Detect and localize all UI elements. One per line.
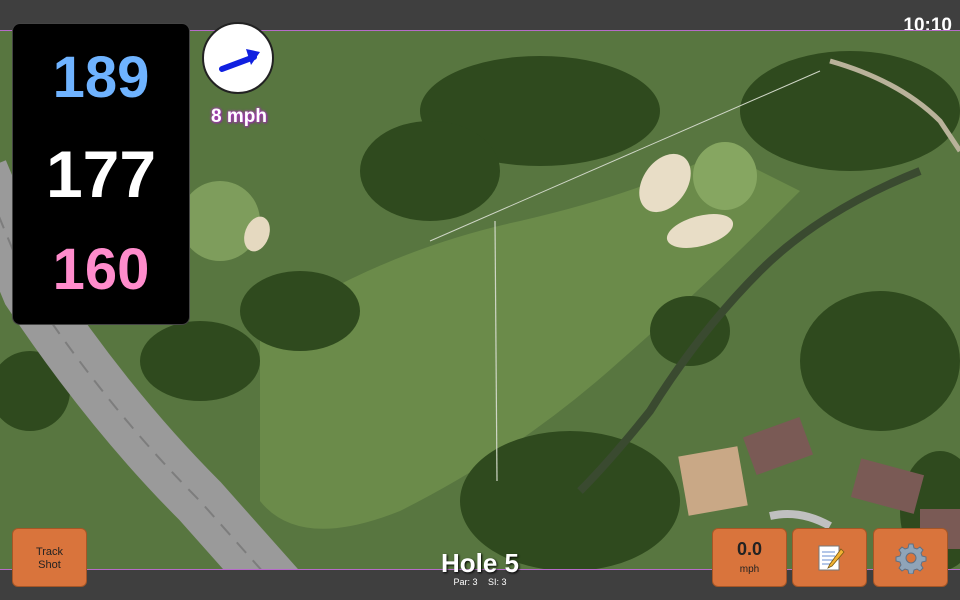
wind-direction-arrow-icon: [219, 49, 260, 72]
speed-unit: mph: [739, 564, 760, 575]
track-shot-button[interactable]: Track Shot: [12, 528, 87, 587]
distance-middle: 177: [45, 137, 157, 211]
gear-icon: [895, 543, 926, 574]
settings-button[interactable]: [873, 528, 948, 587]
speed-value: 0.0: [736, 539, 763, 559]
distance-panel: 189 177 160: [12, 23, 190, 325]
notes-button[interactable]: [792, 528, 867, 587]
distance-front: 160: [52, 237, 150, 302]
wind-speed-label: 8 mph: [211, 106, 267, 127]
notepad-icon: [818, 545, 845, 570]
wind-direction-indicator: [202, 22, 274, 94]
hole-par: Par: 3: [453, 577, 478, 587]
hole-info: Par: 3 SI: 3: [380, 577, 580, 587]
hole-title: Hole 5: [440, 548, 520, 578]
hole-stroke-index: SI: 3: [488, 577, 507, 587]
speed-button[interactable]: 0.0 mph: [712, 528, 787, 587]
distance-back: 189: [52, 45, 150, 110]
